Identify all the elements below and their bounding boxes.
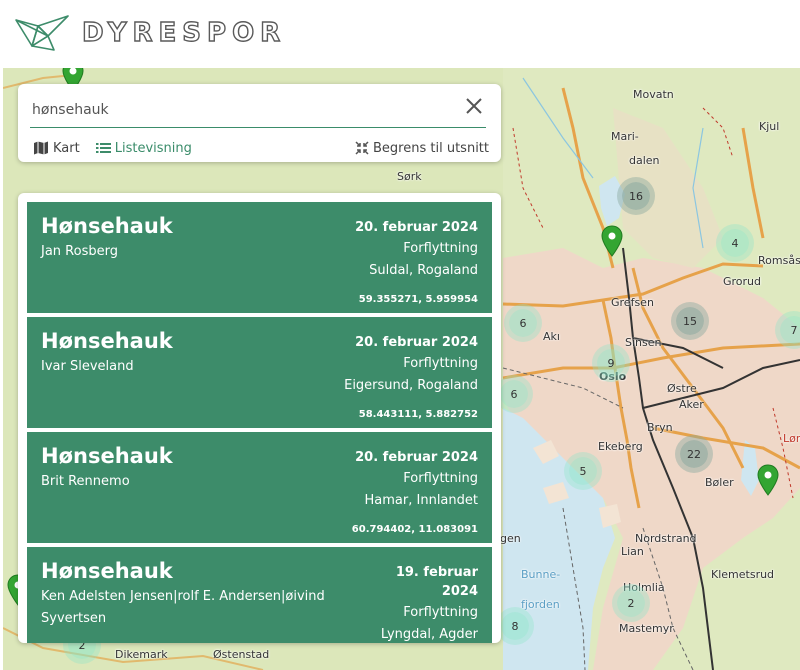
map-cluster[interactable]: 15 bbox=[676, 307, 704, 335]
result-place: Eigersund, Rogaland bbox=[344, 378, 478, 393]
brand-logo[interactable]: DYRESPOR bbox=[14, 12, 286, 54]
search-input[interactable] bbox=[30, 92, 486, 128]
map-label: Løm bbox=[783, 432, 800, 445]
result-card[interactable]: Hønsehauk Jan Rosberg 20. februar 2024 F… bbox=[27, 202, 492, 313]
result-observer: Ken Adelsten Jensen|rolf E. Andersen|øiv… bbox=[41, 589, 325, 626]
map-label: Bryn bbox=[647, 421, 673, 434]
map-label: Ekeberg bbox=[598, 440, 643, 453]
list-view-label: Listevisning bbox=[114, 140, 192, 156]
map-cluster[interactable]: 8 bbox=[501, 612, 529, 640]
map-label: fjorden bbox=[521, 598, 560, 611]
map-label: Romsås bbox=[758, 254, 800, 267]
map-label: Dikemark bbox=[115, 648, 168, 661]
result-observer: Brit Rennemo bbox=[41, 474, 130, 489]
map-pin-icon[interactable] bbox=[757, 464, 779, 496]
map-label: dalen bbox=[629, 154, 660, 167]
map-cluster[interactable]: 9 bbox=[597, 349, 625, 377]
map-label: Aker bbox=[679, 398, 704, 411]
map-label: Lian bbox=[621, 545, 644, 558]
result-species: Hønsehauk bbox=[41, 559, 173, 583]
result-card[interactable]: Hønsehauk Ivar Sleveland 20. februar 202… bbox=[27, 317, 492, 428]
result-date: 20. februar 2024 bbox=[355, 220, 478, 235]
map-label: Sinsen bbox=[625, 336, 662, 349]
result-place: Suldal, Rogaland bbox=[369, 263, 478, 278]
list-icon bbox=[95, 143, 111, 153]
result-place: Lyngdal, Agder bbox=[380, 627, 478, 642]
map-cluster[interactable]: 2 bbox=[617, 589, 645, 617]
results-list: Hønsehauk Jan Rosberg 20. februar 2024 F… bbox=[18, 193, 501, 643]
map-label: Grefsen bbox=[611, 296, 654, 309]
result-meta: 19. februar 2024 Forflyttning Lyngdal, A… bbox=[368, 563, 478, 643]
list-view-button[interactable]: Listevisning bbox=[95, 140, 192, 156]
map-label: Movatn bbox=[633, 88, 674, 101]
map-view-button[interactable]: Kart bbox=[33, 141, 80, 156]
result-observer: Jan Rosberg bbox=[41, 244, 118, 259]
map-label: Nordstrand bbox=[635, 532, 697, 545]
map-cluster[interactable]: 5 bbox=[569, 457, 597, 485]
app-root: DYRESPOR Movatn Mari- dalen Kjul Romsås … bbox=[0, 0, 800, 670]
map-pin-icon[interactable] bbox=[601, 225, 623, 257]
result-date: 20. februar 2024 bbox=[355, 335, 478, 350]
map-label: gen bbox=[500, 532, 521, 545]
result-type: Forflyttning bbox=[403, 241, 478, 256]
map-label: Grorud bbox=[723, 275, 762, 288]
restrict-label: Begrens til utsnitt bbox=[373, 140, 489, 156]
map-label: Sørk bbox=[397, 170, 422, 183]
result-coords: 58.443111, 5.882752 bbox=[358, 409, 478, 420]
map-label: Østre bbox=[667, 382, 697, 395]
map-label: Klemetsrud bbox=[711, 568, 775, 581]
map-label: Kjul bbox=[759, 120, 780, 133]
result-date: 20. februar 2024 bbox=[355, 450, 478, 465]
map-icon bbox=[34, 141, 48, 155]
restrict-to-extent-button[interactable]: Begrens til utsnitt bbox=[355, 141, 489, 156]
result-type: Forflyttning bbox=[403, 356, 478, 371]
result-date: 19. februar 2024 bbox=[395, 565, 478, 599]
result-meta: 20. februar 2024 Forflyttning Hamar, Inn… bbox=[318, 448, 478, 512]
origami-bird-icon bbox=[15, 15, 69, 51]
map-cluster[interactable]: 22 bbox=[680, 440, 708, 468]
result-type: Forflyttning bbox=[403, 471, 478, 486]
result-meta: 20. februar 2024 Forflyttning Suldal, Ro… bbox=[318, 218, 478, 282]
map-label: Mari- bbox=[611, 130, 639, 143]
map-cluster[interactable]: 6 bbox=[500, 380, 528, 408]
close-icon[interactable] bbox=[463, 95, 485, 117]
search-panel: Kart Listevisning bbox=[18, 84, 501, 162]
result-card[interactable]: Hønsehauk Ken Adelsten Jensen|rolf E. An… bbox=[27, 547, 492, 643]
header: DYRESPOR bbox=[0, 0, 800, 68]
map-cluster[interactable]: 4 bbox=[721, 229, 749, 257]
result-species: Hønsehauk bbox=[41, 214, 173, 238]
result-species: Hønsehauk bbox=[41, 444, 173, 468]
result-meta: 20. februar 2024 Forflyttning Eigersund,… bbox=[318, 333, 478, 397]
map-label: Bunne- bbox=[521, 568, 561, 581]
map-label: Bøler bbox=[705, 476, 734, 489]
view-toggle-row: Kart Listevisning Begrens til utsnitt bbox=[33, 138, 489, 158]
result-type: Forflyttning bbox=[403, 605, 478, 620]
result-observer: Ivar Sleveland bbox=[41, 359, 134, 374]
result-coords: 59.355271, 5.959954 bbox=[358, 294, 478, 305]
result-coords: 60.794402, 11.083091 bbox=[351, 524, 478, 535]
result-card[interactable]: Hønsehauk Brit Rennemo 20. februar 2024 … bbox=[27, 432, 492, 543]
map-label: Akı bbox=[543, 330, 560, 343]
result-place: Hamar, Innlandet bbox=[364, 493, 478, 508]
map-label: Mastemyr bbox=[619, 622, 674, 635]
result-species: Hønsehauk bbox=[41, 329, 173, 353]
map-view-label: Kart bbox=[53, 140, 80, 156]
map-cluster[interactable]: 7 bbox=[780, 316, 800, 344]
map-label: Østenstad bbox=[213, 648, 270, 661]
map-cluster[interactable]: 16 bbox=[622, 182, 650, 210]
compress-icon bbox=[355, 141, 369, 155]
map-cluster[interactable]: 6 bbox=[509, 309, 537, 337]
brand-name: DYRESPOR bbox=[81, 17, 287, 48]
